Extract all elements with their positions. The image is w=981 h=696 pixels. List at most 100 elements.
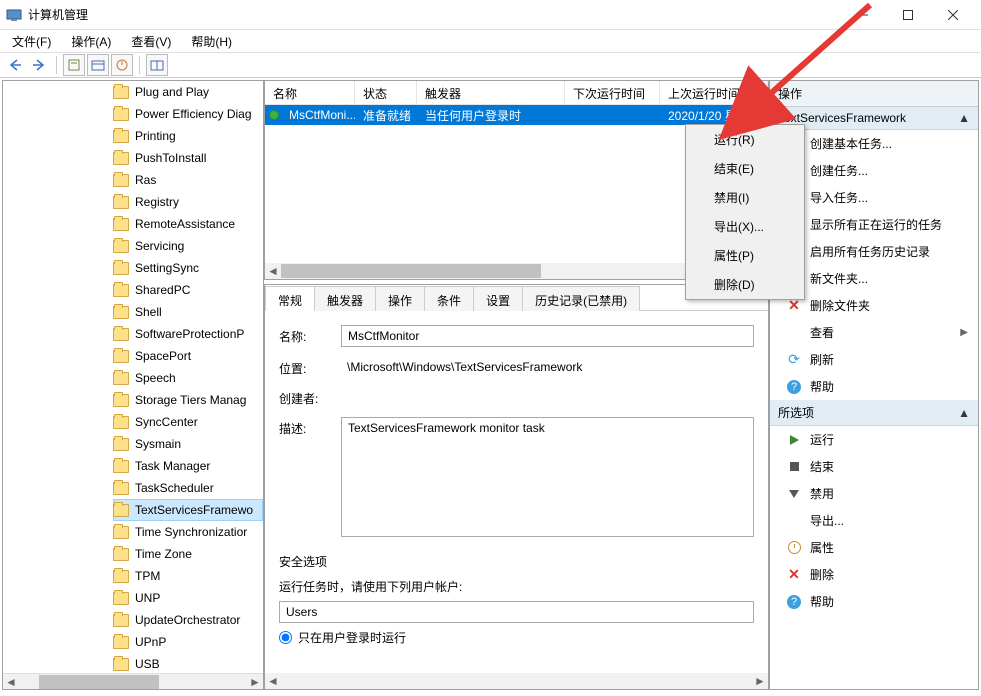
actions-section-2-head[interactable]: 所选项 ▲ bbox=[770, 400, 978, 426]
tab-general[interactable]: 常规 bbox=[265, 286, 315, 311]
menu-action[interactable]: 操作(A) bbox=[65, 31, 117, 52]
col-name[interactable]: 名称 bbox=[265, 81, 355, 104]
col-trigger[interactable]: 触发器 bbox=[417, 81, 565, 104]
tab-actions[interactable]: 操作 bbox=[375, 286, 425, 311]
ctx-delete[interactable]: 删除(D) bbox=[686, 270, 804, 299]
tree-item[interactable]: USB bbox=[113, 653, 263, 673]
minimize-button[interactable] bbox=[840, 1, 885, 29]
desc-field[interactable]: TextServicesFramework monitor task bbox=[341, 417, 754, 537]
tree-item[interactable]: TaskScheduler bbox=[113, 477, 263, 499]
tree-item[interactable]: Storage Tiers Manag bbox=[113, 389, 263, 411]
folder-icon bbox=[113, 482, 129, 495]
security-user-field: Users bbox=[279, 601, 754, 623]
menu-help[interactable]: 帮助(H) bbox=[185, 31, 238, 52]
tree-item[interactable]: Time Zone bbox=[113, 543, 263, 565]
folder-icon bbox=[113, 614, 129, 627]
tree-item[interactable]: Plug and Play bbox=[113, 81, 263, 103]
tree-item[interactable]: Time Synchronizatior bbox=[113, 521, 263, 543]
tree-item[interactable]: SharedPC bbox=[113, 279, 263, 301]
menu-view[interactable]: 查看(V) bbox=[125, 31, 177, 52]
tree-item[interactable]: TPM bbox=[113, 565, 263, 587]
ctx-properties[interactable]: 属性(P) bbox=[686, 241, 804, 270]
tree-item-label: TPM bbox=[135, 569, 160, 583]
toolbar-btn-3[interactable] bbox=[111, 54, 133, 76]
tree-item[interactable]: TextServicesFramewo bbox=[113, 499, 263, 521]
action-item[interactable]: ✕删除 bbox=[770, 561, 978, 588]
action-item-label: 显示所有正在运行的任务 bbox=[810, 216, 942, 233]
action-item[interactable]: 属性 bbox=[770, 534, 978, 561]
menubar: 文件(F) 操作(A) 查看(V) 帮助(H) bbox=[0, 30, 981, 52]
tab-settings[interactable]: 设置 bbox=[473, 286, 523, 311]
tree-item[interactable]: Shell bbox=[113, 301, 263, 323]
action-item-label: 创建任务... bbox=[810, 162, 868, 179]
nav-back-button[interactable] bbox=[4, 54, 26, 76]
tab-triggers[interactable]: 触发器 bbox=[314, 286, 376, 311]
tree-item[interactable]: PushToInstall bbox=[113, 147, 263, 169]
tree-item[interactable]: Printing bbox=[113, 125, 263, 147]
folder-icon bbox=[113, 130, 129, 143]
tree-item-label: Speech bbox=[135, 371, 176, 385]
tree-item[interactable]: UPnP bbox=[113, 631, 263, 653]
tree-hscrollbar[interactable]: ◄ ► bbox=[3, 673, 263, 689]
tree-item-label: SettingSync bbox=[135, 261, 199, 275]
tree-item-label: SharedPC bbox=[135, 283, 190, 297]
ctx-end[interactable]: 结束(E) bbox=[686, 154, 804, 183]
tree-item[interactable]: UpdateOrchestrator bbox=[113, 609, 263, 631]
nav-fwd-button[interactable] bbox=[28, 54, 50, 76]
toolbar-btn-4[interactable] bbox=[146, 54, 168, 76]
tab-conditions[interactable]: 条件 bbox=[424, 286, 474, 311]
toolbar-btn-1[interactable] bbox=[63, 54, 85, 76]
col-next-run[interactable]: 下次运行时间 bbox=[565, 81, 660, 104]
tree-item[interactable]: Power Efficiency Diag bbox=[113, 103, 263, 125]
action-item-label: 属性 bbox=[810, 539, 834, 556]
tree-item[interactable]: SyncCenter bbox=[113, 411, 263, 433]
action-item-label: 启用所有任务历史记录 bbox=[810, 243, 930, 260]
tree-item[interactable]: Task Manager bbox=[113, 455, 263, 477]
details-hscrollbar[interactable]: ◄► bbox=[265, 673, 768, 689]
security-account-label: 运行任务时，请使用下列用户帐户: bbox=[279, 578, 754, 595]
tree-item-label: Registry bbox=[135, 195, 179, 209]
menu-file[interactable]: 文件(F) bbox=[6, 31, 57, 52]
action-item[interactable]: 查看▶ bbox=[770, 319, 978, 346]
tree-item-label: Storage Tiers Manag bbox=[135, 393, 246, 407]
tab-history[interactable]: 历史记录(已禁用) bbox=[522, 286, 640, 311]
folder-icon bbox=[113, 460, 129, 473]
refresh-icon: ⟳ bbox=[786, 352, 802, 368]
tree-item[interactable]: Servicing bbox=[113, 235, 263, 257]
tree-item[interactable]: Sysmain bbox=[113, 433, 263, 455]
col-last-run[interactable]: 上次运行时间 bbox=[660, 81, 768, 104]
close-button[interactable] bbox=[930, 1, 975, 29]
name-field[interactable]: MsCtfMonitor bbox=[341, 325, 754, 347]
tree-item[interactable]: RemoteAssistance bbox=[113, 213, 263, 235]
tree-item[interactable]: Ras bbox=[113, 169, 263, 191]
folder-icon bbox=[113, 504, 129, 517]
disable-icon bbox=[786, 486, 802, 502]
task-list-header[interactable]: 名称 状态 触发器 下次运行时间 上次运行时间 bbox=[265, 81, 768, 105]
toolbar-btn-2[interactable] bbox=[87, 54, 109, 76]
action-item[interactable]: 运行 bbox=[770, 426, 978, 453]
ctx-export[interactable]: 导出(X)... bbox=[686, 212, 804, 241]
tree-item-label: UPnP bbox=[135, 635, 166, 649]
tree-item[interactable]: SettingSync bbox=[113, 257, 263, 279]
tree-item[interactable]: Registry bbox=[113, 191, 263, 213]
tree-item[interactable]: UNP bbox=[113, 587, 263, 609]
action-item[interactable]: ?帮助 bbox=[770, 588, 978, 615]
task-row[interactable]: MsCtfMoni... 准备就绪 当任何用户登录时 2020/1/20 星期一… bbox=[265, 105, 768, 125]
col-status[interactable]: 状态 bbox=[355, 81, 417, 104]
tree-item-label: Ras bbox=[135, 173, 156, 187]
action-item[interactable]: 结束 bbox=[770, 453, 978, 480]
tree-item[interactable]: Speech bbox=[113, 367, 263, 389]
maximize-button[interactable] bbox=[885, 1, 930, 29]
tree-item[interactable]: SpacePort bbox=[113, 345, 263, 367]
action-item[interactable]: ?帮助 bbox=[770, 373, 978, 400]
ctx-disable[interactable]: 禁用(I) bbox=[686, 183, 804, 212]
folder-icon bbox=[113, 196, 129, 209]
action-item[interactable]: 导出... bbox=[770, 507, 978, 534]
action-item-label: 刷新 bbox=[810, 351, 834, 368]
action-item[interactable]: ⟳ 刷新 bbox=[770, 346, 978, 373]
ctx-run[interactable]: 运行(R) bbox=[686, 125, 804, 154]
action-item[interactable]: 禁用 bbox=[770, 480, 978, 507]
tree-item[interactable]: SoftwareProtectionP bbox=[113, 323, 263, 345]
radio-only-logged-on[interactable] bbox=[279, 631, 292, 644]
actions-section-2-title: 所选项 bbox=[778, 404, 814, 421]
